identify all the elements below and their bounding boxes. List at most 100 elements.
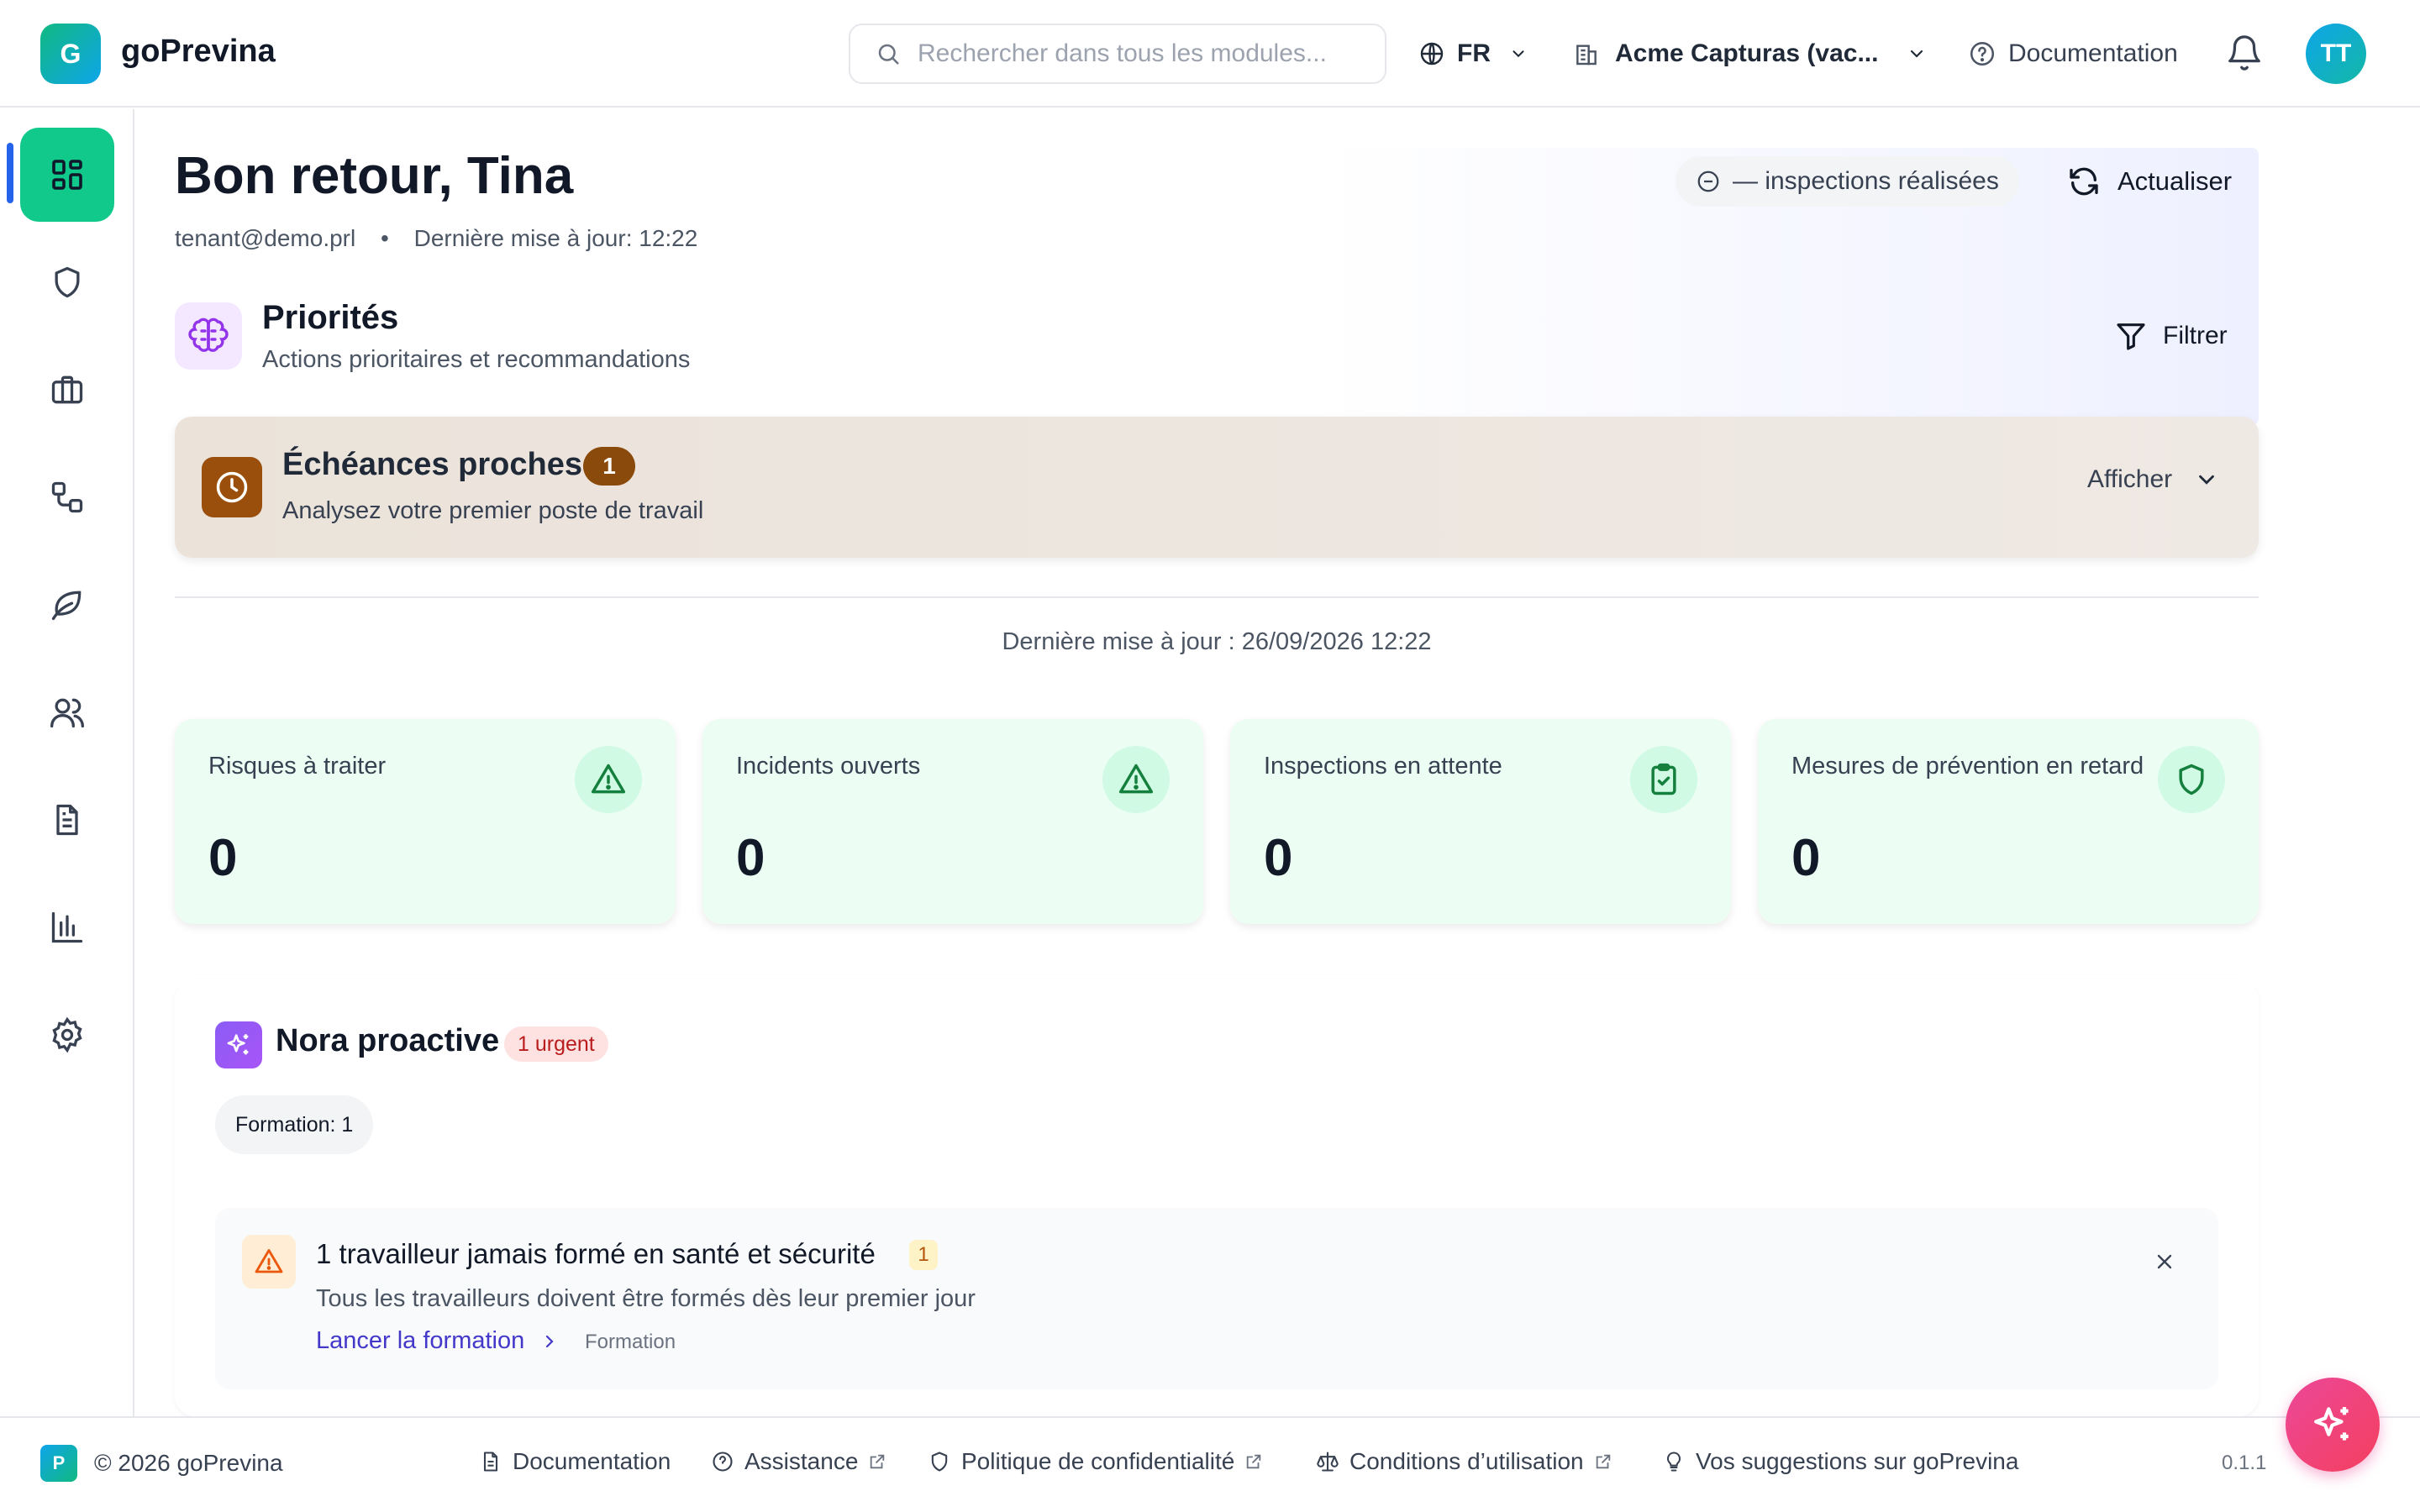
footer-link-documentation[interactable]: Documentation — [479, 1448, 671, 1475]
shield-icon — [2173, 761, 2210, 798]
footer-copyright: © 2026 goPrevina — [94, 1450, 283, 1476]
sidebar-item-workflows[interactable] — [20, 450, 114, 544]
footer-link-label: Vos suggestions sur goPrevina — [1696, 1448, 2019, 1474]
deadlines-show-toggle[interactable]: Afficher — [2087, 465, 2219, 494]
page-title: Bon retour, Tina — [175, 147, 574, 205]
dashboard-last-update: Dernière mise à jour : 26/09/2026 12:22 — [1002, 628, 1432, 655]
recommendation-card: 1 travailleur jamais formé en santé et s… — [215, 1208, 2218, 1389]
stat-label: Mesures de prévention en retard — [1791, 753, 2144, 780]
footer: P © 2026 goPrevina Documentation Assista… — [0, 1416, 2420, 1504]
recommendation-description: Tous les travailleurs doivent être formé… — [316, 1285, 976, 1312]
user-avatar[interactable]: TT — [2306, 24, 2366, 84]
sidebar-item-documents[interactable] — [20, 773, 114, 867]
show-label: Afficher — [2087, 465, 2173, 493]
app-version: 0.1.1 — [2222, 1452, 2267, 1474]
app-logo[interactable]: G — [40, 24, 101, 84]
ai-assistant-button[interactable] — [2286, 1378, 2380, 1472]
close-icon[interactable] — [2153, 1250, 2176, 1273]
stat-value: 0 — [208, 829, 238, 887]
stat-card-inspections[interactable]: Inspections en attente 0 — [1230, 719, 1731, 924]
sidebar-item-environment[interactable] — [20, 558, 114, 652]
document-icon — [49, 801, 86, 838]
launch-training-link[interactable]: Lancer la formation — [316, 1327, 560, 1355]
dashboard-icon — [47, 155, 87, 195]
priorities-title: Priorités — [262, 299, 399, 336]
footer-link-terms[interactable]: Conditions d’utilisation — [1316, 1448, 1612, 1475]
recommendation-tag: Formation — [585, 1331, 676, 1353]
stat-value: 0 — [1264, 829, 1293, 887]
sidebar-item-workers[interactable] — [20, 665, 114, 759]
globe-icon — [1418, 40, 1445, 67]
stat-card-risks[interactable]: Risques à traiter 0 — [175, 719, 676, 924]
last-update-time: Dernière mise à jour: 12:22 — [413, 225, 698, 251]
footer-link-label: Assistance — [744, 1448, 859, 1474]
stat-label: Risques à traiter — [208, 753, 387, 780]
brain-icon — [188, 316, 229, 356]
nora-icon-box — [215, 1021, 262, 1068]
stat-icon-circle — [1630, 746, 1697, 813]
top-bar: G goPrevina FR Acme Capturas (vac... Doc… — [0, 0, 2420, 108]
active-indicator — [7, 143, 13, 203]
sidebar-item-reports[interactable] — [20, 880, 114, 974]
deadlines-title: Échéances proches — [282, 447, 582, 482]
user-meta: tenant@demo.prl • Dernière mise à jour: … — [175, 225, 697, 252]
chevron-down-icon — [2194, 467, 2219, 492]
stat-card-prevention[interactable]: Mesures de prévention en retard 0 — [1758, 719, 2259, 924]
sparkles-icon — [224, 1031, 253, 1059]
building-icon — [1573, 40, 1600, 67]
stat-icon-circle — [575, 746, 642, 813]
sidebar-item-dashboard[interactable] — [20, 128, 114, 222]
documentation-label: Documentation — [2008, 39, 2178, 67]
sidebar-item-settings[interactable] — [20, 988, 114, 1082]
footer-link-label: Documentation — [513, 1448, 671, 1474]
chevron-right-icon — [539, 1331, 560, 1352]
stat-icon-circle — [1102, 746, 1170, 813]
deadlines-count-badge: 1 — [583, 447, 635, 486]
priorities-subtitle: Actions prioritaires et recommandations — [262, 346, 691, 373]
inspections-pill: — inspections réalisées — [1676, 156, 2019, 207]
refresh-icon — [2067, 165, 2101, 198]
documentation-link[interactable]: Documentation — [1968, 30, 2178, 77]
warning-triangle-icon — [254, 1247, 284, 1277]
organization-name: Acme Capturas (vac... — [1615, 39, 1879, 67]
deadlines-subtitle: Analysez votre premier poste de travail — [282, 497, 704, 524]
leaf-icon — [49, 586, 86, 623]
deadlines-panel[interactable]: Échéances proches 1 Analysez votre premi… — [175, 417, 2259, 558]
shield-icon — [928, 1450, 951, 1473]
language-selector[interactable]: FR — [1418, 30, 1528, 77]
global-search[interactable] — [849, 24, 1386, 84]
external-link-icon — [1594, 1452, 1612, 1471]
chevron-down-icon — [1907, 44, 1927, 64]
workflow-icon — [49, 479, 86, 516]
stat-value: 0 — [1791, 829, 1821, 887]
filter-button[interactable]: Filtrer — [2114, 312, 2228, 360]
nora-title: Nora proactive — [276, 1023, 500, 1058]
filter-icon — [2114, 319, 2148, 353]
document-icon — [479, 1450, 502, 1473]
scale-icon — [1316, 1450, 1339, 1473]
footer-link-privacy[interactable]: Politique de confidentialité — [928, 1448, 1263, 1475]
brand-name[interactable]: goPrevina — [121, 34, 276, 70]
sidebar-item-security[interactable] — [20, 235, 114, 329]
refresh-button[interactable]: Actualiser — [2067, 158, 2232, 205]
briefcase-icon — [49, 371, 86, 408]
organization-selector[interactable]: Acme Capturas (vac... — [1573, 30, 1927, 77]
footer-link-label: Politique de confidentialité — [961, 1448, 1235, 1474]
meta-separator: • — [381, 225, 389, 251]
minus-circle-icon — [1696, 169, 1721, 194]
alert-icon-box — [242, 1235, 296, 1289]
sidebar-item-workplace[interactable] — [20, 343, 114, 437]
sidebar — [0, 109, 134, 1416]
language-label: FR — [1457, 39, 1491, 67]
stat-card-incidents[interactable]: Incidents ouverts 0 — [702, 719, 1203, 924]
recommendation-title: 1 travailleur jamais formé en santé et s… — [316, 1238, 876, 1269]
user-email: tenant@demo.prl — [175, 225, 356, 251]
footer-link-assistance[interactable]: Assistance — [711, 1448, 886, 1475]
search-input[interactable] — [918, 39, 1371, 68]
external-link-icon — [868, 1452, 886, 1471]
bell-icon[interactable] — [2225, 34, 2264, 72]
category-chip-training[interactable]: Formation: 1 — [215, 1095, 374, 1154]
launch-training-label: Lancer la formation — [316, 1327, 525, 1354]
footer-link-suggestions[interactable]: Vos suggestions sur goPrevina — [1662, 1448, 2018, 1475]
shield-icon — [49, 264, 86, 301]
